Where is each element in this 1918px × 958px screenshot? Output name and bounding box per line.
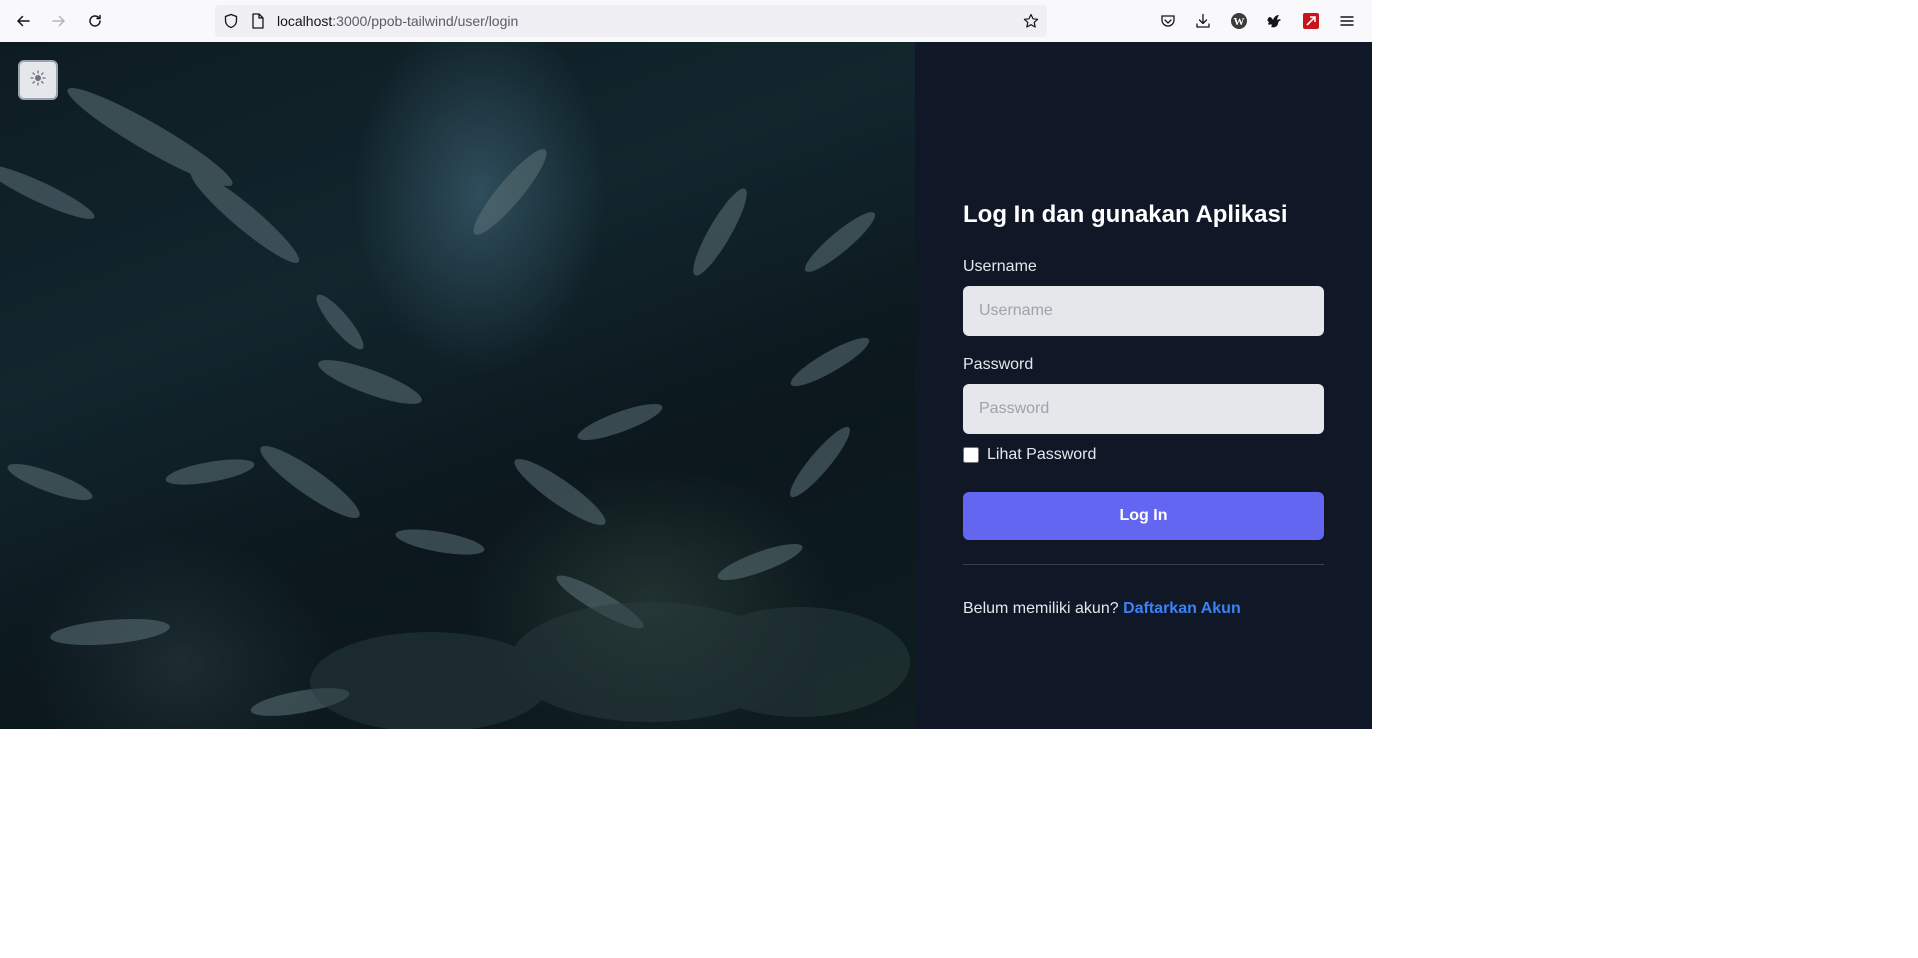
wordpress-icon[interactable]: W	[1228, 10, 1250, 32]
hamburger-menu-icon[interactable]	[1336, 10, 1358, 32]
back-arrow-icon[interactable]	[11, 9, 35, 33]
register-prompt: Belum memiliki akun?	[963, 600, 1119, 617]
url-text[interactable]: localhost:3000/ppob-tailwind/user/login	[277, 13, 518, 29]
login-panel: Log In dan gunakan Aplikasi Username Pas…	[915, 42, 1372, 729]
divider	[963, 564, 1324, 565]
register-row: Belum memiliki akun? Daftarkan Akun	[963, 599, 1241, 619]
url-host: localhost	[277, 13, 333, 29]
username-input[interactable]	[963, 286, 1324, 336]
show-password-label: Lihat Password	[987, 446, 1097, 463]
reload-icon[interactable]	[83, 9, 107, 33]
svg-text:W: W	[1234, 16, 1245, 28]
extension-icon[interactable]	[1264, 10, 1286, 32]
pdf-icon[interactable]	[1300, 10, 1322, 32]
login-title: Log In dan gunakan Aplikasi	[963, 201, 1288, 228]
star-icon[interactable]	[1023, 13, 1039, 29]
browser-toolbar: localhost:3000/ppob-tailwind/user/login …	[0, 0, 1372, 43]
theme-toggle-button[interactable]	[18, 60, 58, 100]
show-password-checkbox[interactable]	[963, 447, 979, 463]
url-path: :3000/ppob-tailwind/user/login	[332, 13, 519, 29]
password-label: Password	[963, 356, 1034, 373]
login-page: Log In dan gunakan Aplikasi Username Pas…	[0, 42, 1372, 729]
login-button[interactable]: Log In	[963, 492, 1324, 540]
page-icon[interactable]	[250, 13, 266, 29]
download-icon[interactable]	[1192, 10, 1214, 32]
url-bar[interactable]: localhost:3000/ppob-tailwind/user/login	[215, 5, 1047, 37]
username-label: Username	[963, 258, 1037, 275]
fish-school-illustration	[0, 87, 910, 729]
register-link[interactable]: Daftarkan Akun	[1123, 600, 1241, 617]
password-input[interactable]	[963, 384, 1324, 434]
forward-arrow-icon[interactable]	[47, 9, 71, 33]
hero-image	[0, 42, 915, 729]
pocket-icon[interactable]	[1157, 10, 1179, 32]
shield-icon[interactable]	[223, 13, 239, 29]
sun-icon	[30, 69, 46, 91]
